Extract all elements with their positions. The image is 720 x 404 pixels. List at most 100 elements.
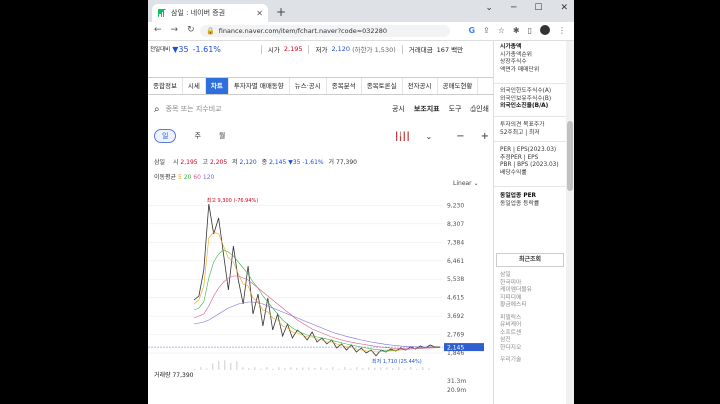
ma5-label: 5 — [178, 174, 182, 181]
y-tick-label: 2,769 — [447, 332, 464, 339]
scale-select[interactable]: Linear ⌄ — [453, 180, 479, 187]
chart-options: 공시 보조지표 도구 ⎙인쇄 — [392, 104, 489, 114]
recent-viewed-title: 최근조회 — [496, 253, 564, 267]
disclosure-button[interactable]: 공시 — [392, 104, 405, 114]
forward-icon[interactable]: → — [171, 25, 179, 35]
profile-avatar[interactable] — [540, 25, 550, 35]
recent-item[interactable]: 한다지오 — [500, 345, 532, 353]
high-value: 2,205 — [209, 159, 228, 166]
tab-news[interactable]: 뉴스·공시 — [290, 78, 327, 94]
tab-overview[interactable]: 종합정보 — [148, 78, 183, 94]
divider — [260, 44, 262, 54]
url-field[interactable]: 🔒 finance.naver.com/item/fchart.naver?co… — [200, 25, 450, 37]
volume-bar — [194, 369, 196, 370]
new-tab-icon[interactable]: + — [276, 5, 286, 19]
sector-per: 동일업종 PER — [500, 193, 537, 199]
zoom-in-icon[interactable]: + — [481, 131, 489, 142]
tab-e-disclosure[interactable]: 전자공시 — [403, 78, 438, 94]
browser-tab[interactable]: 삼일 : 네이버 증권 ✕ — [152, 4, 268, 22]
print-button[interactable]: ⎙인쇄 — [471, 104, 490, 114]
volume-bar — [356, 367, 358, 370]
sidebar-icon[interactable]: ▯ — [528, 26, 532, 35]
search-icon[interactable]: ⌕ — [154, 104, 160, 115]
volume-bar — [392, 368, 394, 370]
candlestick-icon[interactable]: ┃╽┃┃ — [394, 132, 410, 141]
extensions-icon[interactable]: ✱ — [513, 26, 520, 35]
zoom-out-icon[interactable]: − — [456, 131, 464, 142]
browser-window: 삼일 : 네이버 증권 ✕ + ⌄ ─ ☐ ✕ ← → ↻ 🔒 finance.… — [148, 0, 574, 404]
volume-bar — [410, 367, 412, 370]
close-icon[interactable]: ✕ — [560, 3, 568, 13]
stock-tabs: 종합정보 시세 차트 투자자별 매매동향 뉴스·공시 종목분석 종목토론실 전자… — [148, 77, 493, 95]
naver-finance-favicon-icon — [158, 9, 167, 17]
tab-title: 삼일 : 네이버 증권 — [171, 9, 226, 17]
reload-icon[interactable]: ↻ — [187, 25, 195, 35]
maximize-icon[interactable]: ☐ — [534, 3, 542, 13]
market-cap-title: 시가총액 — [500, 44, 522, 50]
compare-search-input[interactable]: 종목 또는 지수비교 — [166, 104, 392, 114]
recent-item[interactable]: 케이엠더블유 — [500, 287, 532, 295]
tab-short-selling[interactable]: 공매도현황 — [438, 78, 479, 94]
price-chart[interactable]: 9,230 8,307 7,384 6,461 5,538 4,615 3,692 2,769… — [148, 190, 493, 370]
indicators-button[interactable]: 보조지표 — [414, 104, 440, 114]
foreign-item: 외국인보유주식수(B) — [500, 95, 552, 102]
period-month-button[interactable]: 월 — [219, 131, 225, 141]
series-line — [193, 231, 440, 353]
menu-icon[interactable]: ⋮ — [558, 26, 566, 35]
volume-bar — [350, 368, 352, 370]
page-scrollbar[interactable] — [566, 41, 574, 404]
tab-quotes[interactable]: 시세 — [183, 78, 206, 94]
market-cap-block: 시가총액 시가총액순위 상장주식수 액면가 매매단위 — [500, 44, 539, 74]
change-value: ▼35 — [172, 44, 189, 54]
tab-discussion[interactable]: 종목토론실 — [362, 78, 403, 94]
chevron-down-icon[interactable]: ⌄ — [485, 3, 493, 13]
right-sidebar: 시가총액 시가총액순위 상장주식수 액면가 매매단위 외국인한도주식수(A) 외… — [494, 41, 566, 404]
scrollbar-thumb[interactable] — [567, 121, 573, 191]
recent-item[interactable]: 우리기술 — [500, 357, 532, 365]
period-day-button[interactable]: 일 — [154, 129, 177, 143]
y-tick-label: 5,538 — [447, 276, 464, 283]
volume-bar — [212, 363, 214, 370]
market-cap-item: 액면가 매매단위 — [500, 66, 540, 73]
google-icon[interactable]: G — [468, 26, 475, 35]
recent-item[interactable]: 삼일 — [500, 272, 532, 280]
volume-bar — [284, 368, 286, 370]
recent-item[interactable]: 한국피아 — [500, 280, 532, 288]
open-label: 시가 — [267, 46, 280, 54]
volume-bar — [386, 367, 388, 370]
recent-item[interactable]: 유비케어 — [500, 322, 532, 330]
minimize-icon[interactable]: ─ — [511, 3, 516, 13]
volume-bar — [314, 367, 316, 370]
opinion-block: 투자의견 목표주가 52주최고 | 최저 — [500, 122, 545, 137]
recent-item[interactable]: 삼진 — [500, 337, 532, 345]
recent-item[interactable]: 황금에스티 — [500, 302, 532, 310]
chevron-down-icon[interactable]: ⌄ — [426, 132, 433, 141]
tab-chart[interactable]: 차트 — [205, 78, 229, 94]
market-cap-item: 상장주식수 — [500, 59, 527, 65]
period-week-button[interactable]: 주 — [194, 131, 200, 141]
recent-item[interactable]: 피델릭스 — [500, 315, 532, 323]
low-label: 저 — [232, 159, 238, 166]
back-icon[interactable]: ← — [154, 25, 162, 35]
star-icon[interactable]: ☆ — [498, 26, 505, 35]
recent-item[interactable]: 지피디에 — [500, 295, 532, 303]
opinion-item: 52주최고 | 최저 — [500, 129, 540, 136]
series-line — [193, 275, 441, 350]
close-label: 종 — [261, 159, 268, 166]
volume-bar — [296, 367, 298, 370]
volume-bar — [416, 368, 418, 370]
volume-value: 77,390 — [336, 159, 357, 166]
volume-bar — [338, 368, 340, 370]
tab-investor-trend[interactable]: 투자자별 매매동향 — [229, 78, 290, 94]
volume-bar — [428, 368, 430, 370]
ma120-label: 120 — [202, 174, 215, 181]
tools-button[interactable]: 도구 — [449, 104, 462, 114]
share-icon[interactable]: ⇪ — [483, 26, 490, 35]
y-tick-label: 3,692 — [447, 313, 464, 320]
tab-analysis[interactable]: 종목분석 — [327, 78, 362, 94]
volume-bar — [236, 361, 238, 370]
sector-block: 동일업종 PER 동일업종 등락률 — [500, 193, 539, 208]
recent-item[interactable]: 소프트센 — [500, 330, 532, 338]
volume-bar — [206, 368, 208, 370]
tab-close-icon[interactable]: ✕ — [256, 9, 263, 18]
